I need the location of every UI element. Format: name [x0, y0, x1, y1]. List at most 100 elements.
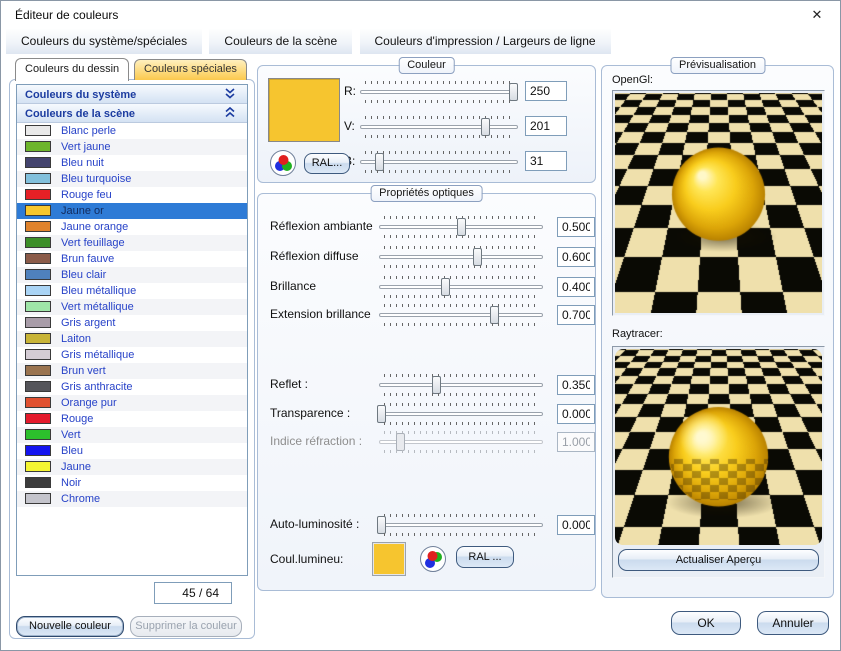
blue-slider-thumb[interactable] — [375, 153, 384, 171]
blue-slider[interactable] — [360, 150, 518, 174]
slider-track[interactable] — [379, 313, 543, 317]
cancel-button[interactable]: Annuler — [757, 611, 829, 635]
list-item[interactable]: Gris métallique — [17, 347, 247, 363]
color-swatch — [25, 157, 51, 168]
green-slider-thumb[interactable] — [481, 118, 490, 136]
self-luminosity-row: Auto-luminosité : — [258, 513, 597, 537]
tab-print-colors[interactable]: Couleurs d'impression / Largeurs de lign… — [360, 29, 612, 54]
red-slider-thumb[interactable] — [509, 83, 518, 101]
green-label: V: — [344, 119, 355, 133]
ambient-reflection-field[interactable] — [557, 217, 595, 237]
slider-thumb[interactable] — [457, 218, 466, 236]
color-name: Laiton — [61, 331, 91, 347]
list-item[interactable]: Blanc perle — [17, 123, 247, 139]
list-item[interactable]: Vert jaune — [17, 139, 247, 155]
color-picker-icon[interactable] — [270, 150, 296, 176]
list-item[interactable]: Bleu turquoise — [17, 171, 247, 187]
slider-thumb[interactable] — [377, 516, 386, 534]
list-item[interactable]: Noir — [17, 475, 247, 491]
diffuse-reflection-field[interactable] — [557, 247, 595, 267]
shininess-extension-field[interactable] — [557, 305, 595, 325]
slider-track[interactable] — [379, 523, 543, 527]
list-item[interactable]: Laiton — [17, 331, 247, 347]
chevron-double-up-icon[interactable] — [221, 106, 239, 120]
chevron-double-down-icon[interactable] — [221, 87, 239, 101]
color-name: Jaune — [61, 459, 91, 475]
transparency-slider[interactable] — [379, 402, 543, 426]
self-luminosity-field[interactable] — [557, 515, 595, 535]
list-item[interactable]: Vert — [17, 427, 247, 443]
list-item[interactable]: Bleu clair — [17, 267, 247, 283]
reflection-slider[interactable] — [379, 373, 543, 397]
color-swatch — [25, 205, 51, 216]
color-name: Brun fauve — [61, 251, 114, 267]
slider-track[interactable] — [379, 383, 543, 387]
color-swatch — [25, 221, 51, 232]
color-swatch — [25, 397, 51, 408]
shininess-slider[interactable] — [379, 275, 543, 299]
slider-thumb[interactable] — [432, 376, 441, 394]
shininess-field[interactable] — [557, 277, 595, 297]
color-group: Couleur R: V: B: — [257, 65, 596, 183]
luminous-ral-button[interactable]: RAL ... — [456, 546, 514, 568]
raytracer-label: Raytracer: — [612, 328, 663, 340]
slider-track[interactable] — [379, 285, 543, 289]
refresh-preview-button[interactable]: Actualiser Aperçu — [618, 549, 819, 571]
slider-thumb[interactable] — [473, 248, 482, 266]
shininess-extension-row: Extension brillance — [258, 303, 597, 327]
ambient-reflection-slider[interactable] — [379, 215, 543, 239]
ok-button[interactable]: OK — [671, 611, 741, 635]
color-swatch — [25, 141, 51, 152]
list-item[interactable]: Jaune — [17, 459, 247, 475]
slider-ticks — [384, 514, 538, 517]
luminous-color-swatch[interactable] — [372, 542, 406, 576]
list-item[interactable]: Orange pur — [17, 395, 247, 411]
list-item[interactable]: Bleu nuit — [17, 155, 247, 171]
diffuse-reflection-slider[interactable] — [379, 245, 543, 269]
list-item[interactable]: Jaune orange — [17, 219, 247, 235]
list-item[interactable]: Gris argent — [17, 315, 247, 331]
list-item[interactable]: Chrome — [17, 491, 247, 507]
list-item[interactable]: Rouge feu — [17, 187, 247, 203]
ral-button[interactable]: RAL... — [304, 153, 350, 174]
group-header-scene-colors[interactable]: Couleurs de la scène — [17, 104, 247, 123]
tab-system-special-colors[interactable]: Couleurs du système/spéciales — [6, 29, 203, 54]
slider-thumb[interactable] — [490, 306, 499, 324]
group-header-system-colors[interactable]: Couleurs du système — [17, 85, 247, 104]
slider-track[interactable] — [360, 90, 518, 94]
transparency-field[interactable] — [557, 404, 595, 424]
blue-value-field[interactable] — [525, 151, 567, 171]
self-luminosity-slider[interactable] — [379, 513, 543, 537]
ambient-reflection-row: Réflexion ambiante — [258, 215, 597, 239]
list-item[interactable]: Rouge — [17, 411, 247, 427]
new-color-button[interactable]: Nouvelle couleur — [16, 616, 124, 637]
red-slider[interactable] — [360, 80, 518, 104]
list-item[interactable]: Bleu métallique — [17, 283, 247, 299]
red-value-field[interactable] — [525, 81, 567, 101]
slider-track[interactable] — [379, 255, 543, 259]
list-item[interactable]: Vert feuillage — [17, 235, 247, 251]
tab-scene-colors[interactable]: Couleurs de la scène — [209, 29, 353, 54]
list-item[interactable]: Vert métallique — [17, 299, 247, 315]
list-item[interactable]: Bleu — [17, 443, 247, 459]
preview-group: Prévisualisation OpenGl: Raytracer: Actu… — [601, 65, 834, 598]
list-item-selected[interactable]: Jaune or — [17, 203, 247, 219]
titlebar: Éditeur de couleurs ✕ — [1, 1, 840, 29]
slider-track[interactable] — [360, 125, 518, 129]
list-item[interactable]: Gris anthracite — [17, 379, 247, 395]
reflection-field[interactable] — [557, 375, 595, 395]
close-icon[interactable]: ✕ — [806, 6, 828, 24]
green-slider[interactable] — [360, 115, 518, 139]
luminous-color-picker-icon[interactable] — [420, 546, 446, 572]
slider-thumb[interactable] — [377, 405, 386, 423]
tab-drawing-colors[interactable]: Couleurs du dessin — [15, 58, 129, 81]
green-value-field[interactable] — [525, 116, 567, 136]
color-listbox: Couleurs du système Couleurs de la scène… — [16, 84, 248, 576]
slider-thumb[interactable] — [441, 278, 450, 296]
tab-special-colors[interactable]: Couleurs spéciales — [134, 59, 247, 80]
list-item[interactable]: Brun vert — [17, 363, 247, 379]
shininess-extension-slider[interactable] — [379, 303, 543, 327]
list-item[interactable]: Brun fauve — [17, 251, 247, 267]
slider-track[interactable] — [379, 412, 543, 416]
color-name: Blanc perle — [61, 123, 116, 139]
